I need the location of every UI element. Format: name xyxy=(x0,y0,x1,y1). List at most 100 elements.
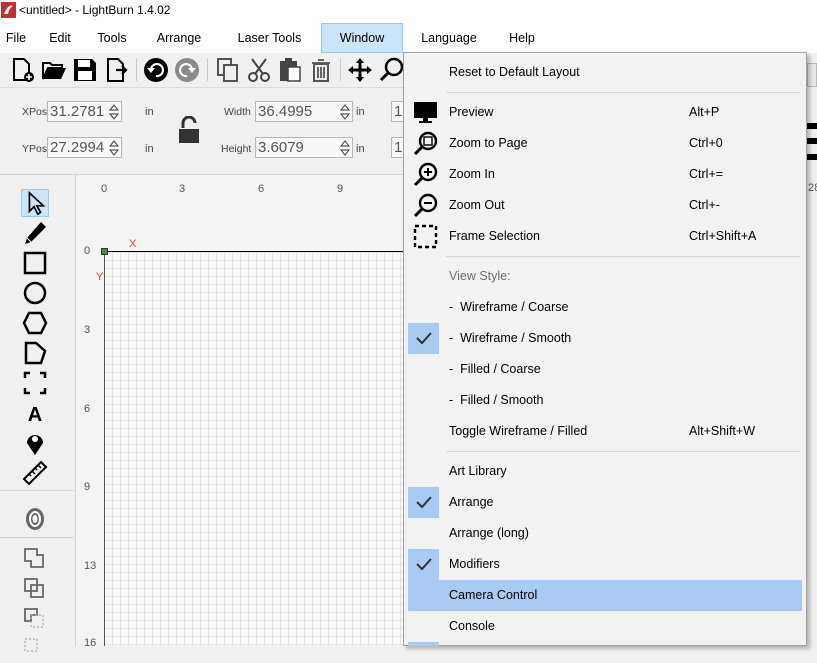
spin-down-icon[interactable] xyxy=(109,148,119,157)
spin-up-icon[interactable] xyxy=(109,103,119,112)
subtract-icon[interactable] xyxy=(21,605,49,633)
ruler-x-tick: 9 xyxy=(337,183,344,195)
workspace-top-edge xyxy=(104,251,406,252)
menu-item-shortcut: Ctrl+- xyxy=(689,198,720,212)
delete-icon[interactable] xyxy=(307,56,335,84)
unlock-icon[interactable] xyxy=(177,116,201,144)
undo-icon[interactable] xyxy=(142,56,170,84)
menu-item-label: Zoom Out xyxy=(449,198,505,212)
partial-value-1: 1 xyxy=(394,103,403,120)
partial-button[interactable] xyxy=(807,63,817,87)
menu-arrange[interactable]: Arrange xyxy=(150,23,208,53)
menu-item-toggle-wireframe[interactable]: Toggle Wireframe / Filled Alt+Shift+W xyxy=(408,416,802,447)
xpos-input[interactable]: 31.2781 xyxy=(47,101,122,122)
toolbar-separator xyxy=(207,59,208,81)
menu-item-zoom-in[interactable]: Zoom In Ctrl+= xyxy=(408,159,802,190)
menu-item-zoom-to-page[interactable]: Zoom to Page Ctrl+0 xyxy=(408,128,802,159)
menu-window[interactable]: Window xyxy=(321,23,403,53)
menu-item-zoom-out[interactable]: Zoom Out Ctrl+- xyxy=(408,190,802,221)
menu-language[interactable]: Language xyxy=(416,23,482,53)
menu-bar: File Edit Tools Arrange Laser Tools Wind… xyxy=(0,23,817,53)
partial-value-2: 1 xyxy=(394,139,403,156)
paste-icon[interactable] xyxy=(276,56,304,84)
menu-item-arrange-long[interactable]: Arrange (long) xyxy=(408,518,802,549)
rectangle-icon[interactable] xyxy=(21,249,49,277)
ruler-x-tick: 6 xyxy=(258,183,265,195)
measure-icon[interactable] xyxy=(21,459,49,487)
new-file-icon[interactable] xyxy=(9,56,37,84)
width-input[interactable]: 36.4995 xyxy=(255,101,353,122)
position-laser-icon[interactable] xyxy=(21,429,49,457)
width-value: 36.4995 xyxy=(258,103,313,120)
menu-tools[interactable]: Tools xyxy=(91,23,133,53)
pentagon-icon[interactable] xyxy=(21,339,49,367)
ruler-y-tick: 16 xyxy=(84,637,97,649)
union-icon[interactable] xyxy=(21,575,49,603)
frame-selection-icon xyxy=(413,224,438,249)
spin-down-icon[interactable] xyxy=(340,112,350,121)
spin-down-icon[interactable] xyxy=(340,148,350,157)
menu-item-wireframe-smooth[interactable]: - Wireframe / Smooth xyxy=(408,323,802,354)
menu-edit[interactable]: Edit xyxy=(42,23,78,53)
ellipse-icon[interactable] xyxy=(21,279,49,307)
import-icon[interactable] xyxy=(102,56,130,84)
toolbar-separator xyxy=(136,59,137,81)
menu-item-camera-control[interactable]: Camera Control xyxy=(408,580,802,611)
menu-help[interactable]: Help xyxy=(503,23,541,53)
copy-icon[interactable] xyxy=(214,56,242,84)
cut-icon[interactable] xyxy=(245,56,273,84)
menu-item-modifiers[interactable]: Modifiers xyxy=(408,549,802,580)
palette-divider xyxy=(0,537,74,538)
height-input[interactable]: 3.6079 xyxy=(255,137,353,158)
zoom-in-icon xyxy=(413,162,438,187)
menu-item-label: Toggle Wireframe / Filled xyxy=(449,424,588,438)
menu-item-preview[interactable]: Preview Alt+P xyxy=(408,97,802,128)
save-icon[interactable] xyxy=(71,56,99,84)
menu-item-filled-coarse[interactable]: - Filled / Coarse xyxy=(408,354,802,385)
menu-item-label: Arrange (long) xyxy=(449,526,529,540)
spin-up-icon[interactable] xyxy=(109,139,119,148)
open-folder-icon[interactable] xyxy=(40,56,68,84)
menu-item-filled-smooth[interactable]: - Filled / Smooth xyxy=(408,385,802,416)
move-icon[interactable] xyxy=(346,56,374,84)
ypos-input[interactable]: 27.2994 xyxy=(47,137,122,158)
spin-up-icon[interactable] xyxy=(340,139,350,148)
select-icon[interactable] xyxy=(21,189,49,217)
menu-item-arrange[interactable]: Arrange xyxy=(408,487,802,518)
offset-icon[interactable] xyxy=(21,505,49,533)
menu-check-box xyxy=(408,323,439,354)
menu-item-wireframe-coarse[interactable]: - Wireframe / Coarse xyxy=(408,292,802,323)
lightburn-logo-icon xyxy=(1,2,16,18)
zoom-icon[interactable] xyxy=(378,56,406,84)
zoom-to-page-icon xyxy=(413,131,438,156)
horizontal-ruler: 0 3 6 9 xyxy=(76,175,406,205)
partial-align-icon xyxy=(807,138,817,144)
xpos-label: XPos xyxy=(22,106,48,118)
menu-item-art-library[interactable]: Art Library xyxy=(408,456,802,487)
weld-icon[interactable] xyxy=(21,545,49,573)
menu-item-label: Zoom In xyxy=(449,167,495,181)
checkmark-icon xyxy=(416,332,432,345)
menu-item-label: Frame Selection xyxy=(449,229,541,243)
title-bar: <untitled> - LightBurn 1.4.02 xyxy=(0,0,817,23)
menu-item-reset-layout[interactable]: Reset to Default Layout xyxy=(408,57,802,88)
monitor-icon xyxy=(414,102,437,123)
menu-laser-tools[interactable]: Laser Tools xyxy=(232,23,307,53)
spin-up-icon[interactable] xyxy=(340,103,350,112)
menu-item-view-style-header: View Style: xyxy=(408,261,802,292)
spin-down-icon[interactable] xyxy=(109,112,119,121)
edit-nodes-icon[interactable] xyxy=(21,219,49,247)
menu-item-console[interactable]: Console xyxy=(408,611,802,642)
menu-item-frame-selection[interactable]: Frame Selection Ctrl+Shift+A xyxy=(408,221,802,252)
text-icon[interactable]: A xyxy=(21,399,49,427)
redo-icon[interactable] xyxy=(173,56,201,84)
intersect-icon[interactable] xyxy=(21,635,49,663)
polygon-icon[interactable] xyxy=(21,309,49,337)
frame-icon[interactable] xyxy=(21,369,49,397)
menu-file[interactable]: File xyxy=(0,23,32,53)
right-panel-edge: 28 xyxy=(807,53,817,646)
menu-item-shortcut: Alt+P xyxy=(689,105,720,119)
canvas-grid[interactable] xyxy=(104,252,406,646)
menu-item-shortcut: Ctrl+= xyxy=(689,167,724,181)
menu-separator xyxy=(446,451,800,452)
